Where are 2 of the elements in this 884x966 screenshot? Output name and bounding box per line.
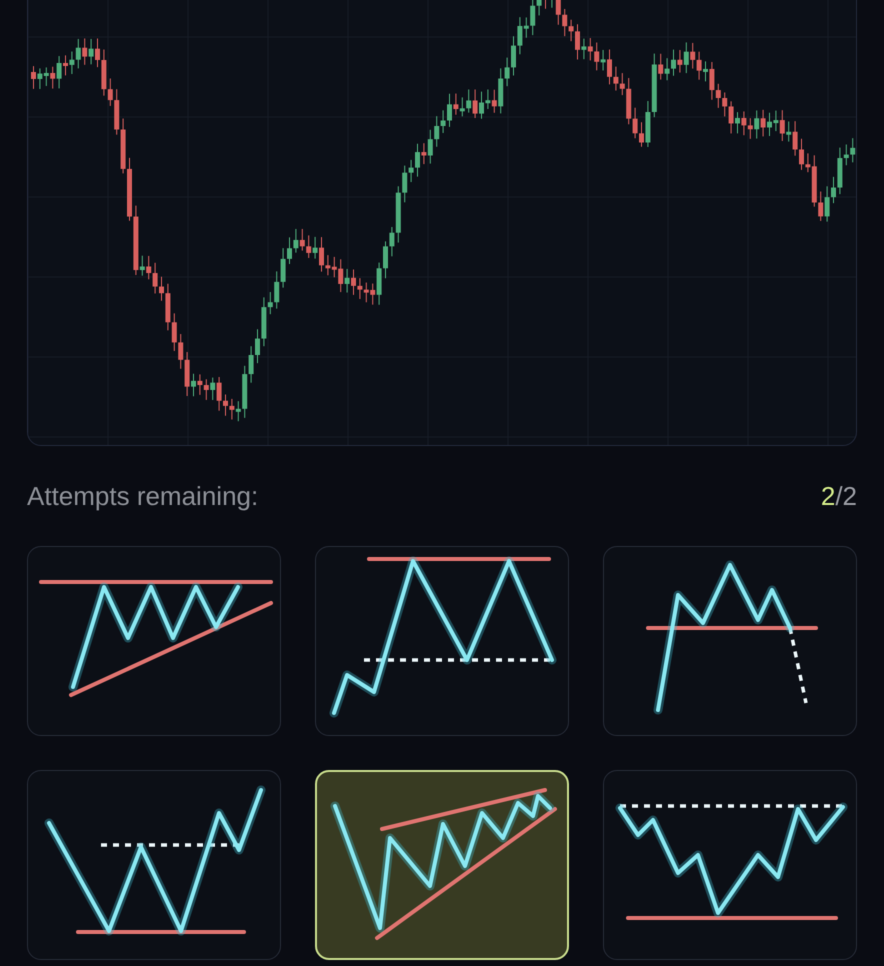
attempts-label: Attempts remaining: <box>27 480 258 512</box>
attempts-count: 2/2 <box>820 480 857 512</box>
